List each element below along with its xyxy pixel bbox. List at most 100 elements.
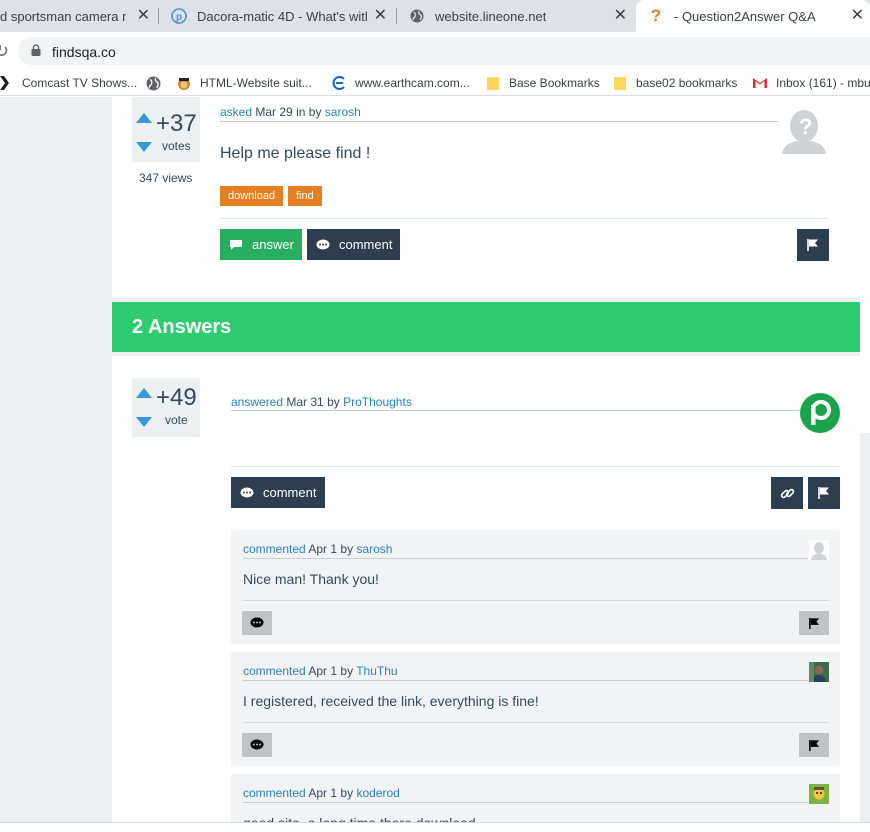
answer-vote-up-button[interactable] [136, 388, 152, 398]
meta-by: by [340, 542, 354, 556]
bookmark-label: Base Bookmarks [509, 76, 600, 90]
tab-close-icon[interactable]: ✕ [614, 8, 627, 24]
commented-link[interactable]: commented [243, 542, 306, 556]
comment-bubble-icon [250, 739, 264, 750]
svg-text:p: p [176, 12, 182, 23]
comment-divider [243, 722, 829, 723]
answered-date: Mar 31 [286, 395, 324, 409]
question-author-link[interactable]: sarosh [325, 105, 361, 119]
tab-dacora-matic[interactable]: p Dacora-matic 4D - What's with al ✕ [159, 0, 395, 32]
bookmark-comcast[interactable]: Comcast TV Shows... [0, 75, 137, 91]
answer-button[interactable]: answer [220, 229, 302, 260]
answer-link-button[interactable] [771, 477, 803, 509]
answer-comment-button[interactable]: comment [231, 477, 325, 508]
user-photo-avatar-icon[interactable] [809, 662, 829, 682]
question-divider [220, 218, 829, 219]
bookmark-earthcam[interactable]: www.earthcam.com... [331, 75, 470, 91]
comment-item: commented Apr 1 by ThuThu I registered, … [231, 652, 840, 766]
flag-comment-button[interactable] [799, 733, 829, 757]
tab-title: d sportsman camera ma [0, 8, 126, 24]
question-body: Help me please find ! [220, 145, 371, 162]
answer-meta: answered Mar 31 by ProThoughts [231, 395, 412, 409]
commented-link[interactable]: commented [243, 664, 306, 678]
comment-body: I registered, received the link, everyth… [243, 693, 539, 709]
tab-sportsman-camera[interactable]: d sportsman camera ma ✕ [0, 0, 158, 32]
bookmark-gmail-inbox[interactable]: Inbox (161) - mbu [752, 75, 870, 91]
comment-meta: commented Apr 1 by koderod [243, 786, 400, 800]
answer-flag-button[interactable] [808, 477, 840, 509]
commented-link[interactable]: commented [243, 786, 306, 800]
meta-by: by [340, 786, 354, 800]
comment-item: commented Apr 1 by sarosh Nice man! Than… [231, 530, 840, 644]
comment-author-link[interactable]: koderod [356, 786, 399, 800]
flag-icon [808, 739, 819, 751]
default-avatar-icon[interactable] [809, 540, 829, 560]
tag-download[interactable]: download [220, 186, 284, 206]
flag-icon [818, 487, 829, 499]
comment-bubble-icon [250, 617, 264, 628]
question-vote-count: +37 [156, 110, 197, 137]
svg-text:?: ? [799, 114, 812, 139]
comment-author-link[interactable]: ThuThu [356, 664, 397, 678]
bookmark-base02[interactable]: base02 bookmarks [612, 75, 737, 91]
meta-in: in [296, 105, 306, 119]
answer-button-label: answer [252, 237, 294, 252]
bookmarks-bar: Comcast TV Shows... HTML-Website suit...… [0, 70, 870, 96]
url-text[interactable]: findsqa.co [52, 44, 116, 60]
comment-button-label: comment [339, 237, 393, 252]
comment-divider [243, 600, 829, 601]
bookmark-html-website[interactable]: HTML-Website suit... [176, 75, 312, 91]
bookmark-base-bookmarks[interactable]: Base Bookmarks [485, 75, 600, 91]
flag-comment-button[interactable] [799, 611, 829, 635]
lock-icon [31, 44, 41, 56]
comment-date: Apr 1 [308, 664, 338, 678]
question-views: 347 views [139, 171, 193, 185]
tag-find[interactable]: find [288, 186, 322, 206]
tab-website-lineone[interactable]: website.lineone.net ✕ [397, 0, 635, 32]
link-icon [780, 488, 794, 498]
bottom-strip [0, 822, 870, 832]
earthcam-icon [331, 75, 347, 91]
asked-date: Mar 29 [255, 105, 293, 119]
bookmark-label: www.earthcam.com... [355, 76, 470, 90]
comment-author-link[interactable]: sarosh [356, 542, 392, 556]
bookmark-globe[interactable] [145, 75, 169, 91]
meta-underline [243, 558, 808, 559]
vote-down-button[interactable] [136, 142, 152, 152]
reply-comment-button[interactable] [242, 733, 272, 757]
tab-close-icon[interactable]: ✕ [851, 8, 864, 24]
question-comment-button[interactable]: comment [307, 229, 400, 260]
tab-close-icon[interactable]: ✕ [374, 8, 387, 24]
meta-underline [243, 802, 808, 803]
meta-by: by [327, 395, 340, 409]
tab-title: website.lineone.net [435, 8, 547, 24]
question-mark-icon: ? [650, 6, 662, 25]
answer-vote-down-button[interactable] [136, 417, 152, 427]
prothoughts-avatar-icon[interactable] [800, 393, 840, 433]
tab-close-icon[interactable]: ✕ [137, 8, 150, 24]
reply-comment-button[interactable] [242, 611, 272, 635]
omnibox[interactable] [18, 37, 870, 65]
default-avatar-icon[interactable]: ? [779, 106, 829, 154]
bookmark-label: HTML-Website suit... [200, 76, 312, 90]
flag-icon [807, 239, 818, 251]
answers-count-heading: 2 Answers [112, 302, 860, 352]
comment-button-label: comment [263, 485, 317, 500]
asked-link[interactable]: asked [220, 105, 252, 119]
comment-bubble-icon [240, 487, 254, 497]
reload-icon[interactable]: ↻ [0, 41, 9, 62]
question-flag-button[interactable] [797, 229, 829, 261]
folder-icon [612, 75, 628, 91]
gmail-icon [752, 75, 768, 91]
answered-link[interactable]: answered [231, 395, 283, 409]
tab-question2answer[interactable]: ? - Question2Answer Q&A ✕ [636, 0, 870, 32]
question-meta: asked Mar 29 in by sarosh [220, 105, 361, 119]
vote-up-button[interactable] [136, 113, 152, 123]
answer-author-link[interactable]: ProThoughts [343, 395, 412, 409]
tab-title: - Question2Answer Q&A [674, 8, 816, 24]
globe-icon [409, 8, 425, 24]
comcast-icon [0, 75, 14, 91]
speech-bubble-icon [230, 239, 242, 250]
cartoon-avatar-icon[interactable] [809, 784, 829, 804]
p-logo-icon: p [171, 8, 187, 24]
